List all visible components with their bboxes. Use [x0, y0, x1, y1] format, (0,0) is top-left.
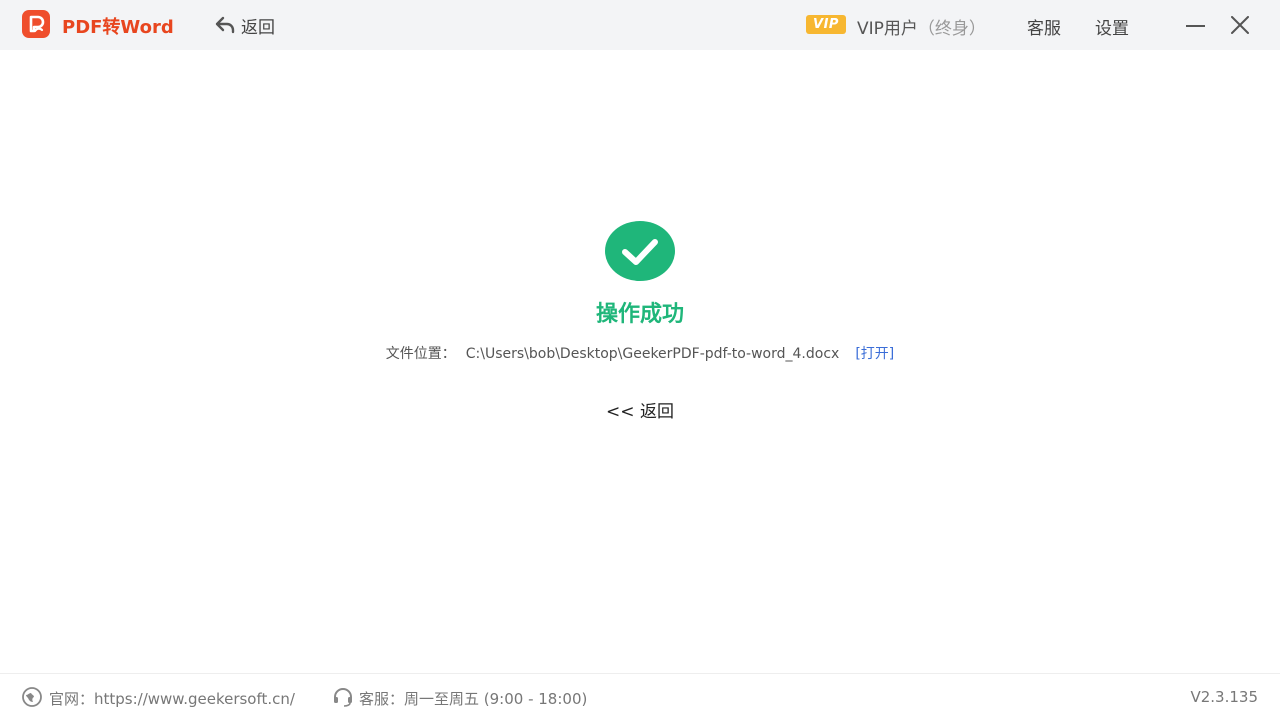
- file-location-row: 文件位置： C:\Users\bob\Desktop\GeekerPDF-pdf-…: [0, 343, 1280, 363]
- success-check-icon: [605, 221, 675, 281]
- app-name: PDF转Word: [62, 17, 174, 38]
- back-button-label: 返回: [241, 17, 275, 38]
- file-path: C:\Users\bob\Desktop\GeekerPDF-pdf-to-wo…: [465, 346, 840, 362]
- app-logo-icon: [22, 10, 50, 38]
- headset-icon: [334, 688, 352, 707]
- version-label: V2.3.135: [1190, 688, 1258, 706]
- success-title: 操作成功: [595, 302, 684, 327]
- vip-user-status: VIP用户（终身）: [857, 14, 986, 39]
- title-bar: PDF转Word 返回 VIP VIP用户（终身） 客服 设置: [0, 0, 1280, 50]
- vip-user-label: VIP用户: [857, 19, 918, 39]
- official-website-link[interactable]: 官网：https://www.geekersoft.cn/: [49, 688, 295, 709]
- footer: 官网：https://www.geekersoft.cn/ 客服：周一至周五 (…: [0, 674, 1280, 720]
- vip-badge: VIP: [806, 15, 846, 34]
- file-location-label: 文件位置：: [385, 346, 456, 362]
- return-link[interactable]: << 返回: [0, 397, 1280, 422]
- open-file-link[interactable]: [打开]: [855, 346, 894, 362]
- globe-icon: [22, 687, 42, 707]
- back-arrow-icon: [215, 16, 235, 34]
- close-icon[interactable]: [1231, 16, 1249, 34]
- back-button[interactable]: 返回: [215, 14, 275, 38]
- service-hours: 客服：周一至周五 (9:00 - 18:00): [359, 690, 588, 708]
- customer-service-button[interactable]: 客服: [1027, 14, 1061, 39]
- vip-term-label: （终身）: [917, 19, 986, 39]
- minimize-button[interactable]: [1186, 25, 1205, 27]
- settings-button[interactable]: 设置: [1095, 14, 1129, 39]
